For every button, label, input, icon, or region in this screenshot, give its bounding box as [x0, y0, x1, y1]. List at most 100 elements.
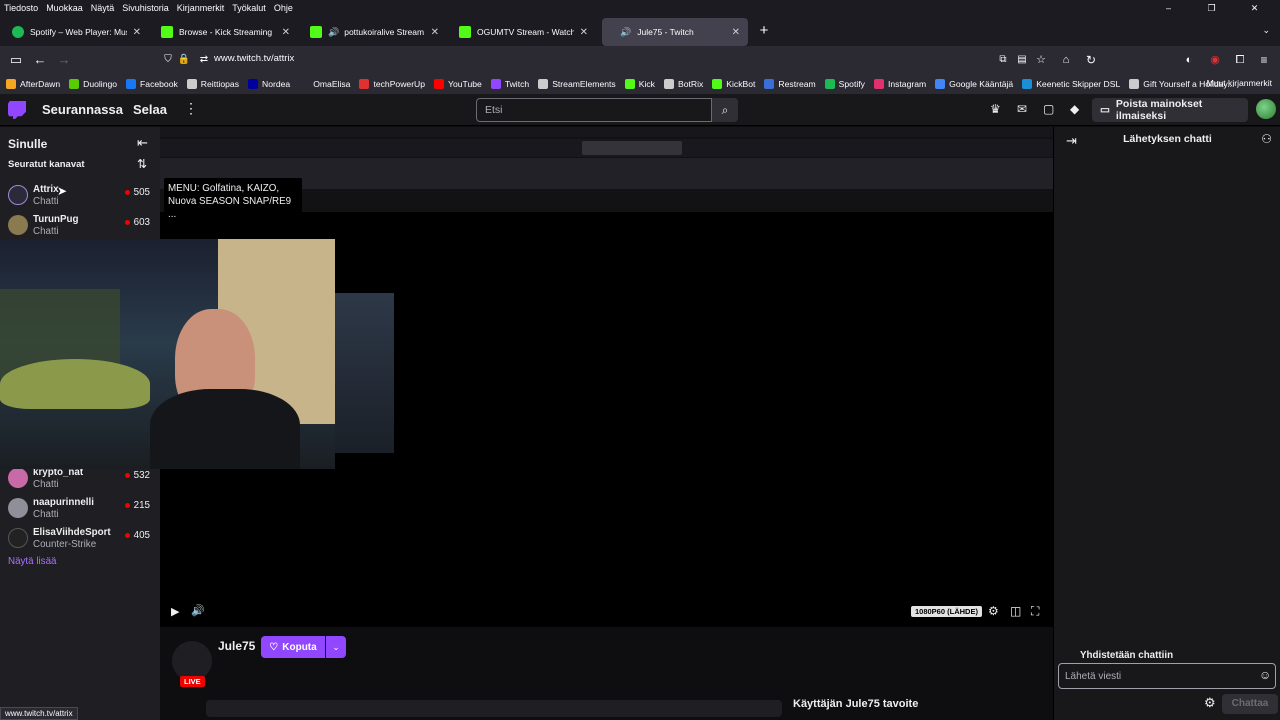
close-icon[interactable]: ✕: [580, 27, 588, 38]
nav-browse[interactable]: Selaa: [133, 102, 167, 117]
extension-icon[interactable]: ◐: [1181, 52, 1197, 68]
quality-badge: 1080P60 (LÄHDE): [911, 606, 982, 617]
chat-send-button[interactable]: Chattaa: [1222, 694, 1278, 714]
sidebar-channel-turunpug[interactable]: TurunPug Chatti 603: [0, 211, 160, 241]
shield-icon[interactable]: ⛉: [160, 52, 176, 68]
home-icon[interactable]: ⌂: [1058, 52, 1074, 68]
bookmark-item[interactable]: BotRix: [663, 79, 704, 89]
remove-ads-button[interactable]: ▭ Poista mainokset ilmaiseksi: [1092, 98, 1248, 122]
bookmark-item[interactable]: Duolingo: [69, 79, 117, 89]
reload-icon[interactable]: ↻: [1083, 52, 1099, 68]
bookmark-item[interactable]: AfterDawn: [6, 79, 60, 89]
tab-pottukoiralive[interactable]: 🔊 pottukoiralive Stream - Wat ✕: [302, 18, 447, 46]
gear-icon[interactable]: ⚙: [1204, 695, 1216, 711]
menu-help[interactable]: Ohje: [274, 3, 293, 13]
chevron-down-icon[interactable]: ⌄: [326, 636, 346, 658]
sidebar-channel-elisaviihdesport[interactable]: ElisaViihdeSport Counter-Strike 405: [0, 524, 160, 554]
close-icon[interactable]: ✕: [732, 27, 740, 38]
users-icon[interactable]: ⚇: [1261, 132, 1272, 146]
emote-icon[interactable]: ☺: [1259, 668, 1271, 682]
bits-icon[interactable]: ◆: [1070, 102, 1079, 116]
menu-edit[interactable]: Muokkaa: [46, 3, 83, 13]
bookmark-item[interactable]: KickBot: [712, 79, 755, 89]
bookmark-item[interactable]: Twitch: [490, 79, 529, 89]
show-more-link[interactable]: Näytä lisää: [8, 556, 56, 567]
inbox-icon[interactable]: ✉: [1017, 102, 1027, 116]
puzzle-icon[interactable]: ⧠: [1232, 52, 1248, 68]
maximize-icon[interactable]: ❐: [1194, 0, 1229, 16]
bookmark-item[interactable]: Facebook: [126, 79, 178, 89]
bookmark-item[interactable]: Instagram: [873, 79, 926, 89]
back-icon[interactable]: ←: [32, 52, 48, 68]
bookmark-star-icon[interactable]: ☆: [1033, 52, 1049, 68]
bookmark-item[interactable]: Restream: [764, 79, 816, 89]
webcam-overlay: [0, 239, 335, 469]
sidebar-toggle-icon[interactable]: ▭: [8, 52, 24, 68]
bookmark-item[interactable]: Kick: [624, 79, 655, 89]
bookmark-item[interactable]: Nordea: [248, 79, 290, 89]
bookmark-item[interactable]: StreamElements: [538, 79, 616, 89]
close-icon[interactable]: ✕: [431, 27, 439, 38]
close-window-icon[interactable]: ✕: [1237, 0, 1272, 16]
tooltip-line: Nuova SEASON SNAP/RE9 ...: [168, 196, 292, 220]
collapse-sidebar-icon[interactable]: ⇤: [137, 135, 148, 151]
avatar[interactable]: [1256, 99, 1276, 119]
extension-badge-icon[interactable]: ◉: [1207, 52, 1223, 68]
nav-following[interactable]: Seurannassa: [42, 102, 123, 117]
bookmark-item[interactable]: Google Kääntäjä: [935, 79, 1013, 89]
sidebar-channel-attrix[interactable]: Attrix Chatti 505: [0, 181, 160, 211]
search-icon[interactable]: ⌕: [712, 98, 738, 122]
avatar[interactable]: [172, 641, 212, 681]
menu-tools[interactable]: Työkalut: [232, 3, 266, 13]
new-tab-button[interactable]: +: [756, 22, 772, 39]
sort-icon[interactable]: ⇅: [137, 157, 147, 171]
lock-icon[interactable]: 🔒: [176, 52, 192, 68]
forward-icon[interactable]: →: [56, 52, 72, 68]
bookmark-item[interactable]: Keenetic Skipper DSL: [1022, 79, 1120, 89]
bookmark-item[interactable]: techPowerUp: [359, 79, 425, 89]
tab-spotify[interactable]: Spotify – Web Player: Music for ✕: [4, 18, 149, 46]
volume-icon[interactable]: 🔊: [191, 604, 205, 617]
url-bar[interactable]: www.twitch.tv/attrix: [214, 53, 294, 64]
menu-view[interactable]: Näytä: [91, 3, 115, 13]
minimize-icon[interactable]: –: [1151, 0, 1186, 16]
bookmark-item[interactable]: YouTube: [434, 79, 482, 89]
play-icon[interactable]: ▶: [171, 605, 179, 618]
menu-bookmarks[interactable]: Kirjanmerkit: [177, 3, 225, 13]
sidebar-channel-naapurinnelli[interactable]: naapurinnelli Chatti 215: [0, 494, 160, 524]
speaker-icon[interactable]: 🔊: [328, 27, 339, 38]
more-options-icon[interactable]: ⋮: [184, 100, 198, 117]
close-icon[interactable]: ✕: [133, 27, 141, 38]
menu-file[interactable]: Tiedosto: [4, 3, 38, 13]
settings-icon[interactable]: ⚙: [988, 604, 999, 618]
twitch-logo-icon[interactable]: [8, 101, 26, 119]
theatre-mode-icon[interactable]: ◫: [1010, 604, 1021, 618]
close-icon[interactable]: ✕: [282, 27, 290, 38]
collapse-chat-icon[interactable]: ⇥: [1066, 133, 1077, 149]
bookmark-item[interactable]: OmaElisa: [299, 79, 350, 89]
tab-list-icon[interactable]: ⌄: [1262, 25, 1270, 36]
crown-icon[interactable]: ♛: [990, 102, 1001, 116]
speaker-icon[interactable]: 🔊: [620, 27, 631, 38]
bookmark-item[interactable]: Reittiopas: [186, 79, 239, 89]
bookmark-item[interactable]: Spotify: [824, 79, 865, 89]
permissions-icon[interactable]: ⇄: [196, 52, 212, 68]
other-bookmarks[interactable]: Muut kirjanmerkit: [1207, 78, 1272, 88]
streamer-name[interactable]: Jule75: [218, 639, 255, 653]
goal-title: Käyttäjän Jule75 tavoite: [793, 698, 919, 710]
tab-ogumtv[interactable]: OGUMTV Stream - Watch Live o ✕: [451, 18, 596, 46]
hamburger-menu-icon[interactable]: ≡: [1256, 52, 1272, 68]
search-input[interactable]: [476, 98, 712, 122]
whispers-icon[interactable]: ▢: [1043, 102, 1054, 116]
knock-button[interactable]: ♡ Koputa: [261, 636, 325, 658]
fullscreen-icon[interactable]: ⛶: [1031, 604, 1039, 619]
bookmark-label: BotRix: [677, 79, 704, 89]
bookmark-favicon-icon: [624, 79, 635, 89]
tab-kick-browse[interactable]: Browse - Kick Streaming ✕: [153, 18, 298, 46]
tab-twitch-jule75[interactable]: 🔊 Jule75 - Twitch ✕: [602, 18, 748, 46]
picture-in-picture-icon[interactable]: ⧉: [995, 52, 1011, 68]
channel-category: Chatti: [33, 509, 59, 520]
chat-input[interactable]: [1058, 663, 1276, 689]
menu-history[interactable]: Sivuhistoria: [122, 3, 169, 13]
reader-icon[interactable]: ▤: [1014, 52, 1030, 68]
